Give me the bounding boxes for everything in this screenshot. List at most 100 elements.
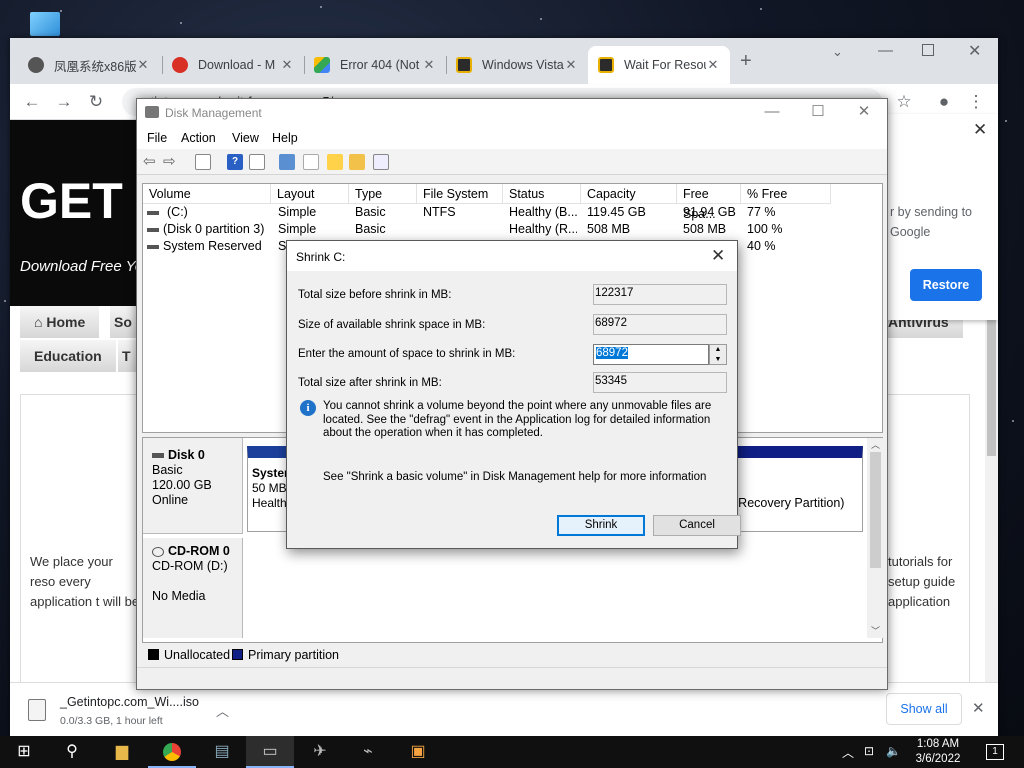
- connect-icon[interactable]: [279, 154, 295, 170]
- tab-2[interactable]: Error 404 (Not ✕: [304, 46, 446, 84]
- tab-close-icon[interactable]: ✕: [706, 57, 720, 73]
- download-bar: _Getintopc.com_Wi....iso 0.0/3.3 GB, 1 h…: [10, 682, 998, 736]
- properties-icon[interactable]: [249, 154, 265, 170]
- reload-icon[interactable]: ↻: [84, 90, 108, 114]
- scroll-down-icon[interactable]: ﹀: [871, 624, 880, 637]
- nav-education[interactable]: Education: [20, 340, 116, 372]
- notification-center-icon[interactable]: 1: [986, 744, 1004, 760]
- file-explorer-icon[interactable]: ▆: [98, 736, 146, 768]
- scrollbar-thumb[interactable]: [870, 452, 881, 568]
- dialog-title: Shrink C:: [296, 250, 346, 264]
- tab-1[interactable]: Download - M ✕: [162, 46, 304, 84]
- back-arrow-icon[interactable]: ⇦: [143, 154, 159, 170]
- computer-management-icon[interactable]: ▤: [198, 736, 246, 768]
- forward-icon[interactable]: →: [52, 90, 76, 114]
- spin-up-icon[interactable]: ▲: [710, 345, 726, 355]
- col-type[interactable]: Type: [349, 184, 417, 204]
- menu-help[interactable]: Help: [272, 131, 298, 145]
- cancel-button[interactable]: Cancel: [653, 515, 741, 536]
- table-cell[interactable]: System Reserved: [163, 238, 262, 255]
- tab-close-icon[interactable]: ✕: [136, 57, 150, 73]
- windows-start-icon[interactable]: ⊞: [0, 736, 48, 768]
- table-cell: 508 MB: [587, 222, 631, 236]
- table-cell: 40 %: [747, 239, 776, 253]
- volume-icon[interactable]: 🔈: [886, 744, 901, 758]
- col-status[interactable]: Status: [503, 184, 581, 204]
- col-layout[interactable]: Layout: [271, 184, 349, 204]
- folder-up-icon[interactable]: [327, 154, 343, 170]
- star: [320, 6, 322, 8]
- installer-app-icon[interactable]: ▣: [394, 736, 442, 768]
- search-icon[interactable]: ⚲: [48, 736, 96, 768]
- bookmark-star-icon[interactable]: ☆: [892, 90, 916, 114]
- table-cell[interactable]: (Disk 0 partition 3): [163, 221, 264, 238]
- disk-management-icon[interactable]: ▭: [246, 736, 294, 768]
- tab-favicon-icon: [314, 57, 330, 73]
- col-free-space[interactable]: Free Spa...: [677, 184, 741, 221]
- title-bar[interactable]: Disk Management — ☐ ✕: [137, 99, 887, 127]
- menu-view[interactable]: View: [232, 131, 259, 145]
- total-after-label: Total size after shrink in MB:: [298, 377, 442, 389]
- forward-arrow-icon[interactable]: ⇨: [163, 154, 179, 170]
- recycle-bin-icon[interactable]: [30, 12, 60, 36]
- cdrom-0-label[interactable]: CD-ROM 0 CD-ROM (D:) No Media: [143, 538, 243, 638]
- maximize-icon[interactable]: ☐: [795, 99, 841, 127]
- restore-button[interactable]: Restore: [910, 269, 982, 301]
- shrink-amount-input[interactable]: 68972: [593, 344, 709, 365]
- tab-4-active[interactable]: Wait For Resou ✕: [588, 46, 730, 84]
- dialog-title-bar[interactable]: Shrink C: ✕: [287, 241, 737, 271]
- col-volume[interactable]: Volume: [143, 184, 271, 204]
- disk-view-scrollbar[interactable]: ︿ ﹀: [867, 438, 884, 638]
- cdrom-icon: [152, 546, 164, 557]
- site-logo[interactable]: GET: [20, 172, 123, 230]
- disk-0-label[interactable]: Disk 0 Basic 120.00 GB Online: [143, 438, 243, 534]
- minimize-icon[interactable]: —: [878, 42, 893, 59]
- show-hide-console-tree-icon[interactable]: [195, 154, 211, 170]
- tab-3[interactable]: Windows Vista ✕: [446, 46, 588, 84]
- pin-app-icon[interactable]: ✈: [296, 736, 344, 768]
- menu-action[interactable]: Action: [181, 131, 216, 145]
- close-icon[interactable]: ✕: [973, 120, 987, 140]
- search-folder-icon[interactable]: [349, 154, 365, 170]
- minimize-icon[interactable]: —: [749, 99, 795, 127]
- site-tagline: Download Free Yo: [20, 258, 144, 275]
- show-hidden-icons-icon[interactable]: ︿: [842, 744, 854, 761]
- system-clock[interactable]: 1:08 AM 3/6/2022: [906, 737, 970, 767]
- checkmark-icon[interactable]: [303, 154, 319, 170]
- tab-search-icon[interactable]: ⌄: [832, 44, 843, 60]
- list-view-icon[interactable]: [373, 154, 389, 170]
- col-percent-free[interactable]: % Free: [741, 184, 831, 204]
- tab-title: Error 404 (Not: [340, 58, 420, 72]
- close-icon[interactable]: ✕: [711, 246, 725, 266]
- col-file-system[interactable]: File System: [417, 184, 503, 204]
- download-filename[interactable]: _Getintopc.com_Wi....iso: [60, 695, 199, 709]
- nav-home[interactable]: ⌂ Home: [20, 306, 100, 338]
- network-icon[interactable]: ⊡: [864, 744, 874, 758]
- close-window-icon[interactable]: ✕: [968, 41, 981, 61]
- show-all-button[interactable]: Show all: [886, 693, 962, 725]
- shrink-amount-spinner[interactable]: ▲ ▼: [709, 344, 727, 365]
- tab-favicon-icon: [28, 57, 44, 73]
- usb-drive-icon[interactable]: ⌁: [344, 736, 392, 768]
- scroll-up-icon[interactable]: ︿: [871, 438, 880, 451]
- tab-close-icon[interactable]: ✕: [564, 57, 578, 73]
- back-icon[interactable]: ←: [20, 90, 44, 114]
- chevron-up-icon[interactable]: ︿: [216, 701, 229, 720]
- help-icon[interactable]: ?: [227, 154, 243, 170]
- tab-close-icon[interactable]: ✕: [280, 57, 294, 73]
- new-tab-button[interactable]: +: [740, 50, 752, 73]
- menu-file[interactable]: File: [147, 131, 167, 145]
- volume-icon: [147, 228, 159, 232]
- maximize-icon[interactable]: [922, 44, 934, 56]
- close-icon[interactable]: ✕: [841, 99, 887, 127]
- tab-0[interactable]: 凤凰系统x86版 ✕: [18, 46, 160, 84]
- profile-avatar-icon[interactable]: ●: [932, 90, 956, 114]
- close-download-bar-icon[interactable]: ✕: [972, 699, 985, 717]
- col-capacity[interactable]: Capacity: [581, 184, 677, 204]
- spin-down-icon[interactable]: ▼: [710, 355, 726, 365]
- menu-kebab-icon[interactable]: ⋮: [964, 90, 988, 114]
- tab-close-icon[interactable]: ✕: [422, 57, 436, 73]
- shrink-button[interactable]: Shrink: [557, 515, 645, 536]
- chrome-icon[interactable]: [148, 736, 196, 768]
- table-cell[interactable]: (C:): [167, 204, 188, 221]
